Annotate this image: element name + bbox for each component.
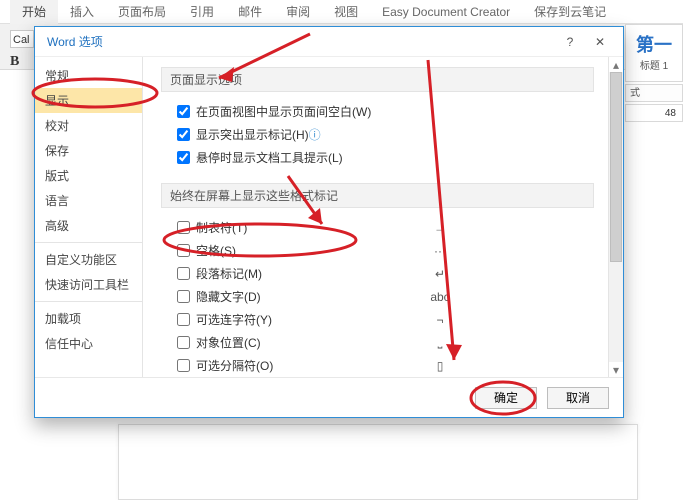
option-checkbox[interactable] (177, 313, 190, 326)
option-row: 空格(S) ··· (169, 239, 594, 262)
sidebar-item[interactable]: 语言 (35, 188, 142, 213)
section-header: 始终在屏幕上显示这些格式标记 (161, 183, 594, 208)
format-mark-preview: ··· (426, 244, 454, 258)
options-main-panel: 页面显示选项在页面视图中显示页面间空白(W) 显示突出显示标记(H) ⓘ 悬停时显示… (143, 57, 608, 377)
option-checkbox[interactable] (177, 336, 190, 349)
option-row: 可选连字符(Y) ¬ (169, 308, 594, 331)
style-row-ext: 式 (625, 84, 683, 102)
ribbon-tab[interactable]: 审阅 (274, 0, 322, 24)
sidebar-item[interactable]: 版式 (35, 163, 142, 188)
format-mark-preview: ↵ (426, 267, 454, 281)
vertical-scrollbar[interactable]: ▴ ▾ (608, 57, 623, 377)
ribbon-tab[interactable]: 视图 (322, 0, 370, 24)
option-row: 制表符(T) → (169, 216, 594, 239)
document-page (118, 424, 638, 500)
ribbon-tab[interactable]: 保存到云笔记 (522, 0, 618, 24)
word-options-dialog: Word 选项 ? ✕ 常规显示校对保存版式语言高级自定义功能区快速访问工具栏加… (34, 26, 624, 418)
option-checkbox[interactable] (177, 267, 190, 280)
info-icon[interactable]: ⓘ (309, 126, 321, 143)
sidebar-item[interactable]: 高级 (35, 213, 142, 238)
option-label: 可选分隔符(O) (196, 357, 273, 374)
format-mark-preview: ▯ (426, 359, 454, 373)
dialog-title: Word 选项 (47, 33, 555, 50)
option-label: 可选连字符(Y) (196, 311, 272, 328)
option-row: 悬停时显示文档工具提示(L) (169, 146, 594, 169)
option-label: 段落标记(M) (196, 265, 262, 282)
dialog-titlebar: Word 选项 ? ✕ (35, 27, 623, 57)
style-tile-heading1[interactable]: 第一 标题 1 (625, 24, 683, 82)
option-label: 显示突出显示标记(H) (196, 126, 309, 143)
bold-button[interactable]: B (10, 54, 19, 70)
sidebar-item[interactable]: 加载项 (35, 306, 142, 331)
sidebar-item[interactable]: 快速访问工具栏 (35, 272, 142, 297)
sidebar-item[interactable]: 常规 (35, 63, 142, 88)
option-row: 可选分隔符(O) ▯ (169, 354, 594, 377)
option-checkbox[interactable] (177, 151, 190, 164)
format-mark-preview: ¬ (426, 313, 454, 327)
option-row: 显示突出显示标记(H) ⓘ (169, 123, 594, 146)
option-checkbox[interactable] (177, 128, 190, 141)
cancel-button[interactable]: 取消 (547, 387, 609, 409)
option-checkbox[interactable] (177, 244, 190, 257)
style-tile-preview: 第一 (626, 25, 682, 57)
ribbon-tab[interactable]: 开始 (10, 0, 58, 24)
ribbon-tab[interactable]: 邮件 (226, 0, 274, 24)
ribbon-tab[interactable]: 页面布局 (106, 0, 178, 24)
option-label: 在页面视图中显示页面间空白(W) (196, 103, 371, 120)
format-mark-preview: ⎵ (426, 335, 454, 350)
option-label: 对象位置(C) (196, 334, 261, 351)
style-row-num: 48 (625, 104, 683, 122)
ribbon-tab[interactable]: Easy Document Creator (370, 0, 522, 24)
format-mark-preview: → (426, 221, 454, 235)
option-label: 隐藏文字(D) (196, 288, 261, 305)
scroll-down-icon[interactable]: ▾ (609, 362, 623, 377)
format-mark-preview: abc (426, 290, 454, 304)
options-sidebar: 常规显示校对保存版式语言高级自定义功能区快速访问工具栏加载项信任中心 (35, 57, 143, 377)
option-row: 在页面视图中显示页面间空白(W) (169, 100, 594, 123)
dialog-footer: 确定 取消 (35, 377, 623, 417)
sidebar-item[interactable]: 信任中心 (35, 331, 142, 356)
ribbon-tabs: 开始插入页面布局引用邮件审阅视图Easy Document Creator保存到… (0, 0, 683, 24)
sidebar-item[interactable]: 自定义功能区 (35, 247, 142, 272)
scroll-thumb[interactable] (610, 72, 622, 262)
scroll-track[interactable] (609, 72, 623, 362)
ribbon-tab[interactable]: 插入 (58, 0, 106, 24)
option-label: 制表符(T) (196, 219, 247, 236)
sidebar-item[interactable]: 校对 (35, 113, 142, 138)
ok-button[interactable]: 确定 (475, 387, 537, 409)
option-checkbox[interactable] (177, 221, 190, 234)
ribbon-tab[interactable]: 引用 (178, 0, 226, 24)
option-row: 段落标记(M) ↵ (169, 262, 594, 285)
option-label: 悬停时显示文档工具提示(L) (196, 149, 343, 166)
sidebar-item[interactable]: 显示 (35, 88, 142, 113)
option-row: 对象位置(C) ⎵ (169, 331, 594, 354)
help-button[interactable]: ? (555, 30, 585, 54)
option-row: 隐藏文字(D) abc (169, 285, 594, 308)
font-name-box[interactable]: Cal (10, 30, 34, 48)
scroll-up-icon[interactable]: ▴ (609, 57, 623, 72)
option-checkbox[interactable] (177, 290, 190, 303)
option-checkbox[interactable] (177, 105, 190, 118)
section-header: 页面显示选项 (161, 67, 594, 92)
styles-gallery: 第一 标题 1 式 48 (625, 24, 683, 122)
style-tile-label: 标题 1 (626, 57, 682, 72)
close-button[interactable]: ✕ (585, 30, 615, 54)
sidebar-item[interactable]: 保存 (35, 138, 142, 163)
option-checkbox[interactable] (177, 359, 190, 372)
option-label: 空格(S) (196, 242, 236, 259)
